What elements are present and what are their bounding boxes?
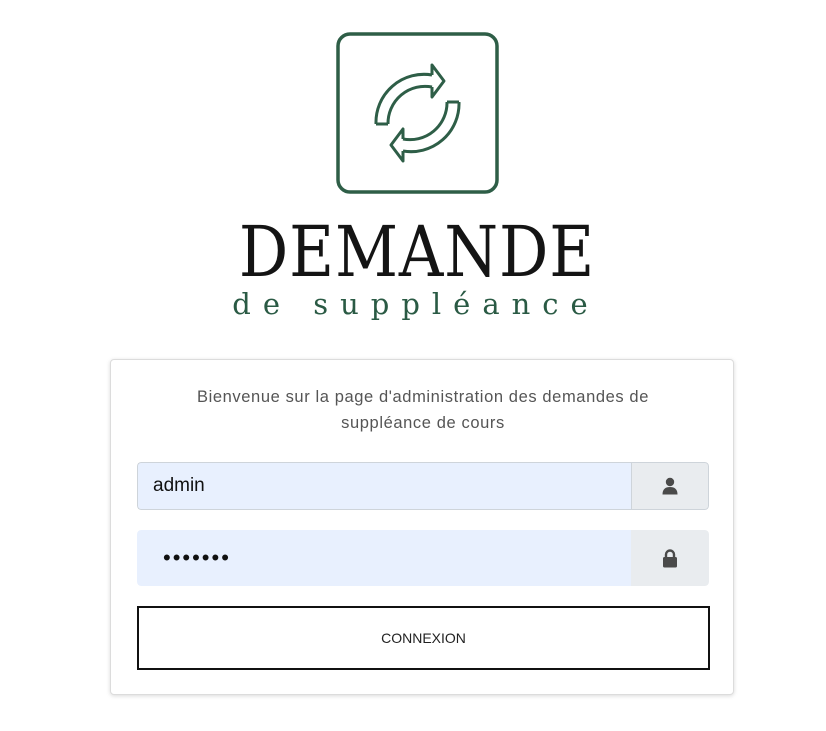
user-icon (631, 462, 709, 510)
login-page: DEMANDE de suppléance Bienvenue sur la p… (0, 0, 826, 731)
login-button[interactable]: CONNEXION (137, 606, 710, 670)
password-group (137, 530, 709, 586)
username-group (137, 462, 709, 510)
login-card: Bienvenue sur la page d'administration d… (110, 359, 734, 695)
logo-wordmark: DEMANDE (238, 211, 596, 293)
username-input[interactable] (137, 462, 631, 510)
welcome-text: Bienvenue sur la page d'administration d… (197, 388, 649, 432)
lock-icon (631, 530, 709, 586)
refresh-arrows-icon (336, 32, 499, 194)
logo-subtitle: de suppléance (232, 287, 600, 321)
logo: DEMANDE de suppléance (0, 0, 826, 340)
password-input[interactable] (137, 530, 631, 586)
